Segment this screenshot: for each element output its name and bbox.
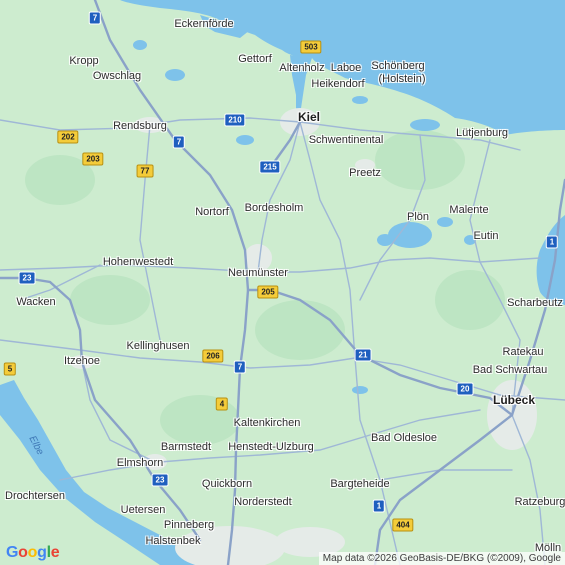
place-label-schwentinental[interactable]: Schwentinental: [309, 134, 384, 146]
place-label-malente[interactable]: Malente: [449, 204, 488, 216]
route-shield-motorway: 20: [456, 382, 474, 396]
place-label-altenholz[interactable]: Altenholz: [279, 62, 324, 74]
place-label-gettorf[interactable]: Gettorf: [238, 53, 272, 65]
place-label-henstedt-ulzburg[interactable]: Henstedt-Ulzburg: [228, 441, 314, 453]
route-shield-federal: 404: [392, 518, 414, 532]
google-logo: Google: [6, 544, 60, 562]
route-shield-federal: 5: [3, 362, 17, 376]
place-label-luetjenburg[interactable]: Lütjenburg: [456, 127, 508, 139]
place-label-kropp[interactable]: Kropp: [69, 55, 98, 67]
place-label-halstenbek[interactable]: Halstenbek: [145, 535, 200, 547]
map-attribution[interactable]: Map data ©2026 GeoBasis-DE/BKG (©2009), …: [318, 552, 565, 565]
google-logo-text: Google: [6, 544, 60, 561]
route-shield-federal: 4: [215, 397, 229, 411]
route-shield-federal: 202: [57, 130, 79, 144]
place-label-kellinghusen[interactable]: Kellinghusen: [127, 340, 190, 352]
place-label-drochtersen[interactable]: Drochtersen: [5, 490, 65, 502]
place-label-ratekau[interactable]: Ratekau: [503, 346, 544, 358]
place-label-ratzeburg[interactable]: Ratzeburg: [515, 496, 565, 508]
place-label-bargteheide[interactable]: Bargteheide: [330, 478, 389, 490]
place-label-kiel[interactable]: Kiel: [298, 110, 320, 124]
route-shield-motorway: 7: [233, 360, 247, 374]
place-label-nortorf[interactable]: Nortorf: [195, 206, 229, 218]
place-label-schoenberg-sub: (Holstein): [378, 73, 426, 85]
place-label-heikendorf[interactable]: Heikendorf: [311, 78, 364, 90]
place-label-eckernfoerde[interactable]: Eckernförde: [174, 18, 233, 30]
place-label-ploen[interactable]: Plön: [407, 211, 429, 223]
route-shield-motorway: 23: [151, 473, 169, 487]
place-label-pinneberg[interactable]: Pinneberg: [164, 519, 214, 531]
place-label-neumuenster[interactable]: Neumünster: [228, 267, 288, 279]
route-shield-motorway: 1: [545, 235, 559, 249]
route-shield-federal: 205: [257, 285, 279, 299]
route-shield-federal: 215: [259, 160, 281, 174]
place-label-owschlag[interactable]: Owschlag: [93, 70, 141, 82]
place-label-uetersen[interactable]: Uetersen: [121, 504, 166, 516]
place-label-bad-schwartau[interactable]: Bad Schwartau: [473, 364, 548, 376]
route-shield-motorway: 23: [18, 271, 36, 285]
place-label-kaltenkirchen[interactable]: Kaltenkirchen: [234, 417, 301, 429]
place-label-laboe[interactable]: Laboe: [331, 62, 362, 74]
place-label-hohenwestedt[interactable]: Hohenwestedt: [103, 256, 173, 268]
place-label-barmstedt[interactable]: Barmstedt: [161, 441, 211, 453]
place-label-rendsburg[interactable]: Rendsburg: [113, 120, 167, 132]
route-shield-motorway: 21: [354, 348, 372, 362]
place-label-quickborn[interactable]: Quickborn: [202, 478, 252, 490]
route-shield-federal: 77: [136, 164, 154, 178]
route-shield-federal: 203: [82, 152, 104, 166]
map-canvas[interactable]: [0, 0, 565, 565]
place-label-elmshorn[interactable]: Elmshorn: [117, 457, 163, 469]
place-label-wacken[interactable]: Wacken: [16, 296, 55, 308]
route-shield-federal: 206: [202, 349, 224, 363]
route-shield-motorway: 1: [372, 499, 386, 513]
place-label-bad-oldesloe[interactable]: Bad Oldesloe: [371, 432, 437, 444]
place-label-schoenberg[interactable]: Schönberg: [371, 60, 424, 72]
route-shield-motorway: 7: [88, 11, 102, 25]
place-label-norderstedt[interactable]: Norderstedt: [234, 496, 291, 508]
place-label-preetz[interactable]: Preetz: [349, 167, 381, 179]
place-label-scharbeutz[interactable]: Scharbeutz: [507, 297, 563, 309]
route-shield-motorway: 7: [172, 135, 186, 149]
place-label-eutin[interactable]: Eutin: [473, 230, 498, 242]
place-label-itzehoe[interactable]: Itzehoe: [64, 355, 100, 367]
place-label-bordesholm[interactable]: Bordesholm: [245, 202, 304, 214]
route-shield-federal: 503: [300, 40, 322, 54]
route-shield-federal: 210: [224, 113, 246, 127]
place-label-luebeck[interactable]: Lübeck: [493, 393, 535, 407]
